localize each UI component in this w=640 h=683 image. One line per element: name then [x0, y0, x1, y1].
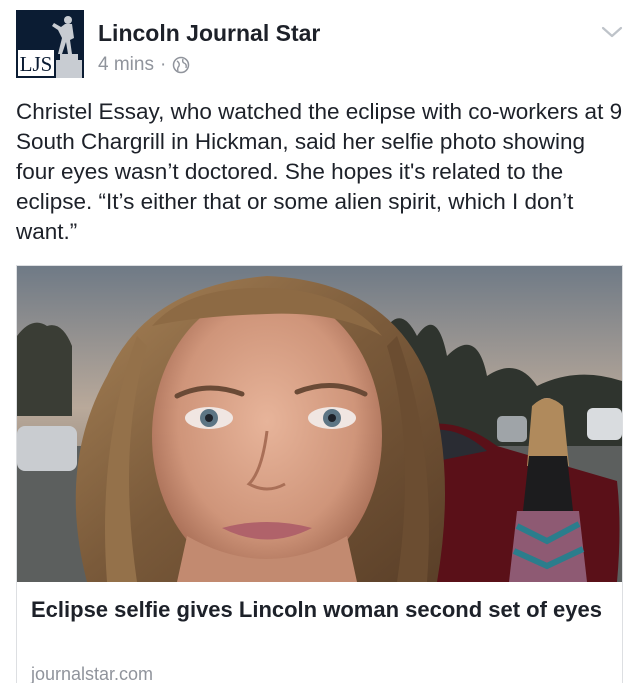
link-title[interactable]: Eclipse selfie gives Lincoln woman secon… — [31, 594, 611, 625]
link-domain: journalstar.com — [31, 664, 154, 683]
facebook-post: LJS Lincoln Journal Star 4 mins · Christ… — [0, 0, 640, 683]
statue-icon: LJS — [16, 10, 84, 78]
globe-icon — [173, 56, 190, 74]
page-name[interactable]: Lincoln Journal Star — [98, 20, 320, 47]
avatar[interactable]: LJS — [16, 10, 84, 78]
timestamp[interactable]: 4 mins — [98, 54, 154, 76]
link-preview-image[interactable] — [17, 266, 622, 582]
logo-text: LJS — [20, 52, 53, 76]
post-header: LJS Lincoln Journal Star 4 mins · — [16, 10, 624, 78]
post-meta: 4 mins · — [98, 54, 190, 76]
meta-separator: · — [159, 54, 167, 75]
post-text: Christel Essay, who watched the eclipse … — [16, 99, 623, 244]
link-preview-card[interactable]: Eclipse selfie gives Lincoln woman secon… — [16, 265, 623, 683]
chevron-down-icon[interactable] — [600, 24, 624, 40]
